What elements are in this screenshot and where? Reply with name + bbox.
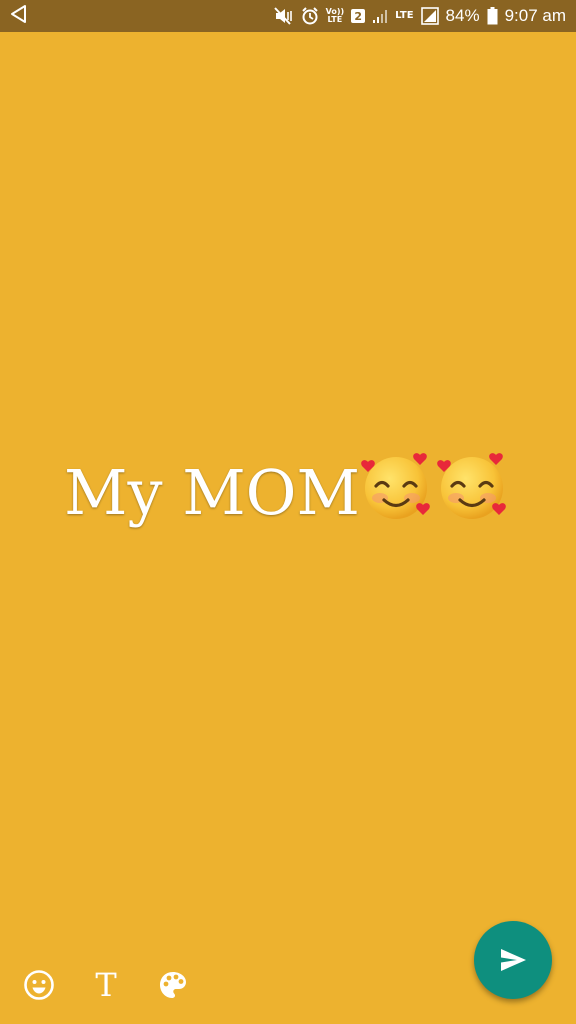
battery-percent: 84% (445, 6, 480, 25)
sim-2-badge: 2 (351, 9, 366, 23)
palette-button[interactable] (153, 965, 193, 1005)
smiling-face-with-hearts-icon (360, 448, 436, 524)
signal-icon (372, 8, 388, 24)
status-bar-left (8, 3, 30, 29)
status-text-words: My MOM (63, 456, 360, 529)
status-composer-screen: Vo)) LTE 2 LTE 84% 9:07 am My MOM T (0, 0, 576, 1024)
text-style-button[interactable]: T (86, 965, 126, 1005)
clock: 9:07 am (504, 6, 566, 25)
lte-icon: LTE (395, 10, 414, 21)
emoji-button[interactable] (19, 965, 59, 1005)
send-button[interactable] (474, 921, 552, 999)
emoji-icon (24, 970, 54, 1000)
signal-icon (420, 7, 439, 25)
status-bar: Vo)) LTE 2 LTE 84% 9:07 am (0, 0, 576, 32)
status-bar-right: Vo)) LTE 2 LTE 84% 9:07 am (273, 6, 566, 26)
volte-bottom-label: LTE (327, 15, 343, 24)
smiling-face-with-hearts-icon (436, 448, 512, 524)
palette-icon (160, 972, 186, 998)
battery-icon (487, 7, 498, 25)
status-text[interactable]: My MOM (0, 448, 576, 533)
back-arrow-icon[interactable] (8, 3, 30, 29)
alarm-icon (301, 7, 319, 25)
mute-vibrate-icon (273, 7, 294, 25)
send-icon (501, 949, 526, 971)
volte-icon: Vo)) LTE (326, 8, 345, 24)
